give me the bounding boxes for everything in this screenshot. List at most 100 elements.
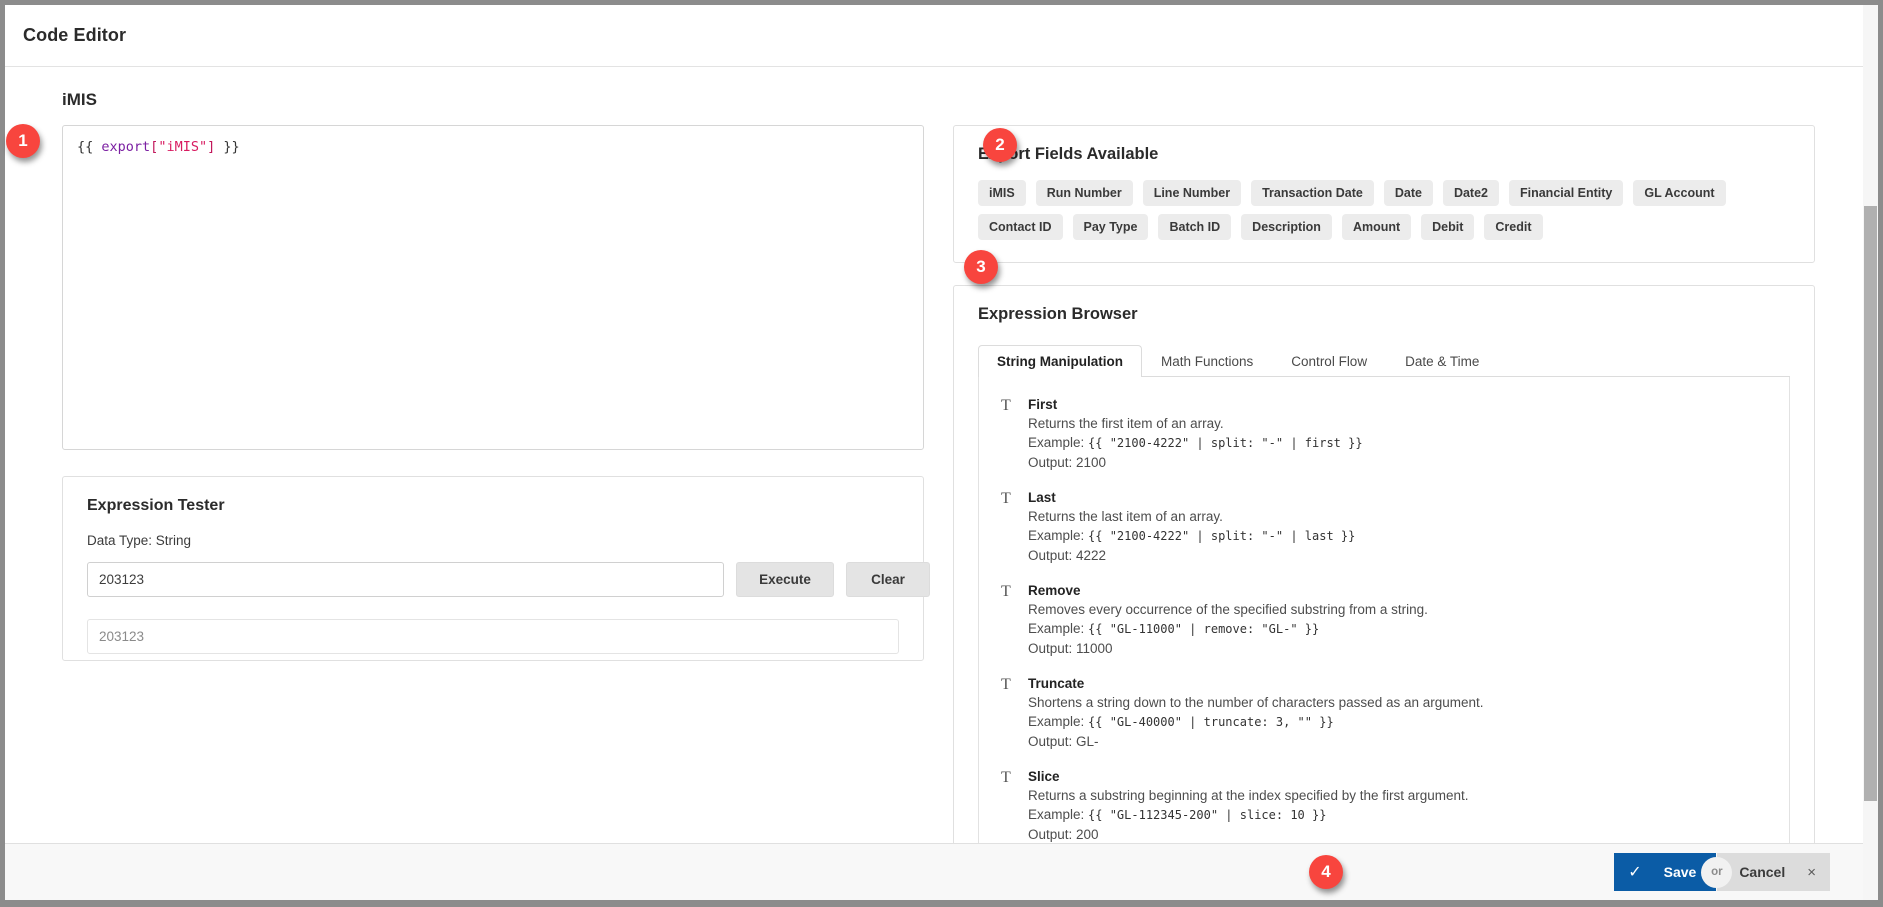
window-titlebar: Code Editor	[5, 5, 1878, 67]
text-type-icon: T	[1001, 675, 1017, 751]
output-prefix: Output:	[1028, 734, 1076, 749]
example-prefix: Example:	[1028, 807, 1088, 822]
expression-item-description: Returns the last item of an array.	[1028, 507, 1767, 526]
expression-item-output: Output: 4222	[1028, 546, 1767, 565]
step-badge-2: 2	[983, 128, 1017, 162]
export-field-chip[interactable]: Credit	[1484, 214, 1542, 240]
tab-string-manipulation[interactable]: String Manipulation	[978, 345, 1142, 377]
export-field-chip[interactable]: Date2	[1443, 180, 1499, 206]
clear-button[interactable]: Clear	[846, 562, 930, 597]
export-field-chip[interactable]: Contact ID	[978, 214, 1063, 240]
vertical-scrollbar-track[interactable]	[1863, 5, 1878, 900]
page-title: Code Editor	[23, 25, 126, 46]
tester-controls-row: Execute Clear	[87, 562, 899, 597]
example-code: {{ "2100-4222" | split: "-" | first }}	[1088, 436, 1363, 450]
vertical-scrollbar-thumb[interactable]	[1864, 206, 1877, 801]
page-bleed-strip	[0, 900, 1883, 907]
output-value: 2100	[1076, 455, 1106, 470]
tab-math-functions[interactable]: Math Functions	[1142, 345, 1272, 377]
expression-item-body: LastReturns the last item of an array. Ex…	[1028, 489, 1767, 565]
export-field-chip[interactable]: Financial Entity	[1509, 180, 1623, 206]
expression-item-example: Example: {{ "GL-112345-200" | slice: 10 …	[1028, 805, 1767, 825]
export-field-chip[interactable]: Transaction Date	[1251, 180, 1374, 206]
expression-result-value: 203123	[99, 629, 144, 644]
export-field-chip[interactable]: Batch ID	[1158, 214, 1231, 240]
expression-item-name: Truncate	[1028, 675, 1767, 693]
expression-item-name: First	[1028, 396, 1767, 414]
expression-browser-tabs: String ManipulationMath FunctionsControl…	[978, 341, 1790, 377]
main-content: iMIS {{ export["iMIS"] }} Expression Tes…	[5, 68, 1863, 843]
check-icon: ✓	[1628, 862, 1641, 882]
export-field-chip[interactable]: Line Number	[1143, 180, 1241, 206]
expression-item-description: Shortens a string down to the number of …	[1028, 693, 1767, 712]
code-editor-window: Code Editor iMIS {{ export["iMIS"] }} Ex…	[5, 5, 1878, 900]
output-prefix: Output:	[1028, 455, 1076, 470]
save-button-label: Save	[1664, 864, 1697, 880]
expression-item-example: Example: {{ "GL-11000" | remove: "GL-" }…	[1028, 619, 1767, 639]
code-line: {{ export["iMIS"] }}	[63, 126, 923, 156]
text-type-icon: T	[1001, 489, 1017, 565]
expression-list-item[interactable]: T TruncateShortens a string down to the n…	[979, 670, 1789, 763]
expression-item-body: RemoveRemoves every occurrence of the sp…	[1028, 582, 1767, 658]
export-field-chip[interactable]: iMIS	[978, 180, 1026, 206]
export-fields-chip-list: iMIS Run Number Line Number Transaction Dat…	[954, 164, 1814, 262]
text-type-icon: T	[1001, 768, 1017, 843]
export-field-chip[interactable]: GL Account	[1633, 180, 1725, 206]
code-keyword: export	[101, 139, 150, 155]
save-cancel-group: ✓ Save or Cancel ×	[1614, 853, 1830, 891]
expression-item-name: Slice	[1028, 768, 1767, 786]
expression-browser-title: Expression Browser	[978, 305, 1138, 324]
output-prefix: Output:	[1028, 548, 1076, 563]
example-prefix: Example:	[1028, 714, 1088, 729]
code-string: "iMIS"	[158, 139, 207, 155]
expression-item-example: Example: {{ "2100-4222" | split: "-" | f…	[1028, 433, 1767, 453]
example-prefix: Example:	[1028, 621, 1088, 636]
cancel-button[interactable]: Cancel ×	[1717, 853, 1830, 891]
step-badge-4: 4	[1309, 855, 1343, 889]
expression-browser-panel: Expression Browser String ManipulationMa…	[953, 285, 1815, 843]
right-column: Export Fields Available iMIS Run Number Li…	[953, 125, 1815, 843]
close-icon: ×	[1807, 864, 1816, 881]
expression-tester-card: Expression Tester Data Type: String Exec…	[62, 476, 924, 661]
expression-result-field: 203123	[87, 619, 899, 654]
code-open-braces: {{	[77, 139, 101, 155]
or-separator: or	[1701, 857, 1732, 888]
expression-item-output: Output: 2100	[1028, 453, 1767, 472]
export-field-chip[interactable]: Run Number	[1036, 180, 1133, 206]
expression-browser-header: Expression Browser	[954, 286, 1814, 324]
export-fields-panel: Export Fields Available iMIS Run Number Li…	[953, 125, 1815, 263]
export-field-chip[interactable]: Debit	[1421, 214, 1474, 240]
expression-list-item[interactable]: TRemoveRemoves every occurrence of the s…	[979, 577, 1789, 670]
tab-control-flow[interactable]: Control Flow	[1272, 345, 1386, 377]
expression-item-example: Example: {{ "GL-40000" | truncate: 3, ""…	[1028, 712, 1767, 732]
expression-item-output: Output: 200	[1028, 825, 1767, 843]
example-code: {{ "GL-112345-200" | slice: 10 }}	[1088, 808, 1326, 822]
code-close-braces: }}	[215, 139, 239, 155]
export-field-chip[interactable]: Pay Type	[1073, 214, 1149, 240]
output-value: 11000	[1076, 641, 1113, 656]
export-field-chip[interactable]: Date	[1384, 180, 1433, 206]
export-field-chip[interactable]: Amount	[1342, 214, 1411, 240]
export-fields-header: Export Fields Available	[954, 126, 1814, 164]
output-prefix: Output:	[1028, 827, 1076, 842]
expression-list-item[interactable]: T SliceReturns a substring beginning at t…	[979, 763, 1789, 843]
output-value: 4222	[1076, 548, 1106, 563]
export-field-chip[interactable]: Description	[1241, 214, 1332, 240]
tab-date-time[interactable]: Date & Time	[1386, 345, 1498, 377]
expression-list-item[interactable]: T LastReturns the last item of an array. E…	[979, 484, 1789, 577]
code-editor-textarea[interactable]: {{ export["iMIS"] }}	[62, 125, 924, 450]
code-bracket-close: ]	[207, 139, 215, 155]
example-prefix: Example:	[1028, 528, 1088, 543]
expression-item-description: Returns a substring beginning at the ind…	[1028, 786, 1767, 805]
data-type-label: Data Type: String	[87, 533, 899, 548]
expression-test-input[interactable]	[87, 562, 724, 597]
expression-list-item[interactable]: TFirstReturns the first item of an array…	[979, 391, 1789, 484]
footer-action-bar: ✓ Save or Cancel ×	[5, 843, 1863, 900]
expression-item-output: Output: GL-	[1028, 732, 1767, 751]
example-prefix: Example:	[1028, 435, 1088, 450]
expression-item-body: FirstReturns the first item of an array.…	[1028, 396, 1767, 472]
expression-item-description: Returns the first item of an array.	[1028, 414, 1767, 433]
execute-button[interactable]: Execute	[736, 562, 834, 597]
expression-item-name: Last	[1028, 489, 1767, 507]
step-badge-3: 3	[964, 250, 998, 284]
